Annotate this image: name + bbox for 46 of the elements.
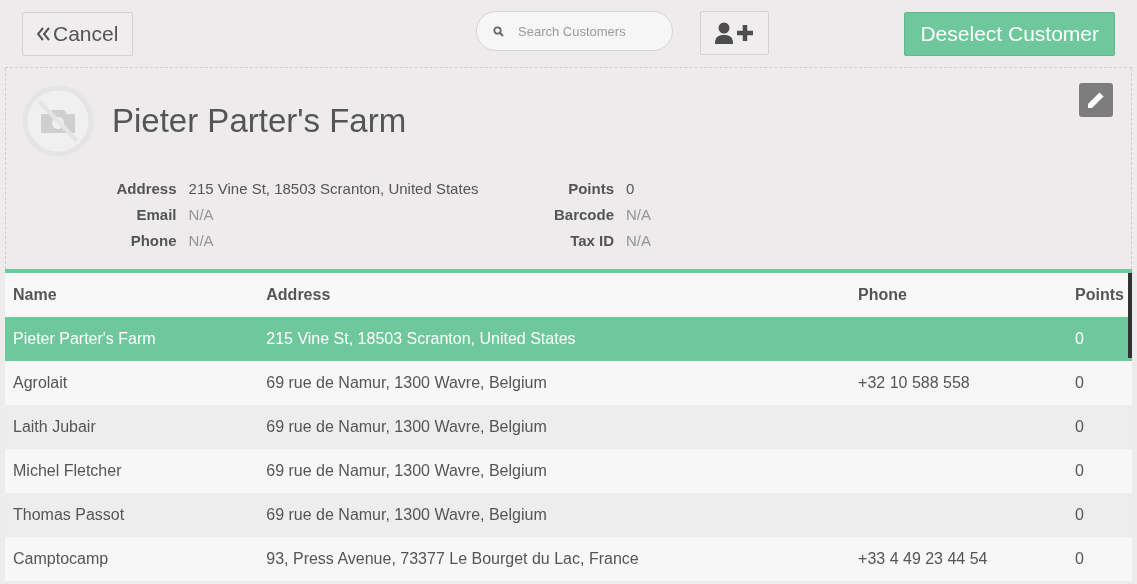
table-cell: 0 [1075, 418, 1084, 435]
table-cell: 93, Press Avenue, 73377 Le Bourget du Lac, France [266, 550, 639, 567]
field-value: N/A [188, 205, 215, 225]
field-value: N/A [626, 231, 652, 251]
field-label: Points [567, 179, 615, 199]
add-customer-button[interactable] [700, 11, 769, 55]
table-cell: Laith Jubair [13, 418, 96, 435]
field-label: Address [115, 179, 177, 199]
search-icon [493, 26, 504, 37]
pencil-icon [1085, 89, 1107, 111]
table-cell: +33 4 49 23 44 54 [858, 550, 988, 567]
field-label: Email [135, 205, 177, 225]
table-cell: Pieter Parter's Farm [13, 330, 156, 347]
column-header: Address [258, 273, 851, 317]
table-cell: Agrolait [13, 374, 68, 391]
table-cell: 69 rue de Namur, 1300 Wavre, Belgium [266, 418, 547, 435]
table-cell: 69 rue de Namur, 1300 Wavre, Belgium [266, 374, 547, 391]
table-cell: 0 [1075, 506, 1084, 523]
table-cell: 0 [1075, 330, 1084, 347]
column-header: Phone [850, 273, 1068, 317]
field-value: 215 Vine St, 18503 Scranton, United States [188, 179, 480, 199]
table-cell: Michel Fletcher [13, 462, 122, 479]
double-chevron-icon [37, 26, 50, 41]
field-value: 0 [626, 179, 636, 199]
table-cell: Camptocamp [13, 550, 109, 567]
table-cell: 69 rue de Namur, 1300 Wavre, Belgium [266, 506, 547, 523]
field-label: Phone [129, 231, 177, 251]
table-cell: Thomas Passot [13, 506, 125, 523]
search-field[interactable]: Search Customers [476, 11, 673, 51]
table-cell: 69 rue de Namur, 1300 Wavre, Belgium [266, 462, 547, 479]
edit-button[interactable] [1079, 83, 1113, 117]
cancel-button[interactable]: Cancel [22, 11, 134, 56]
no-photo-icon [22, 85, 94, 157]
table-cell: 215 Vine St, 18503 Scranton, United States [266, 330, 576, 347]
scrollbar[interactable] [1128, 273, 1132, 358]
column-header: Name [5, 273, 259, 317]
table-cell: 0 [1075, 462, 1084, 479]
field-label: Tax ID [569, 231, 615, 251]
field-label: Barcode [554, 205, 615, 225]
user-plus-icon [714, 22, 755, 44]
table-cell: 0 [1075, 374, 1084, 391]
table-cell: 0 [1075, 550, 1084, 567]
table-cell: +32 10 588 558 [858, 374, 970, 391]
field-value: N/A [626, 205, 652, 225]
customer-name: Pieter Parter's Farm [112, 102, 407, 140]
field-value: N/A [188, 231, 215, 251]
